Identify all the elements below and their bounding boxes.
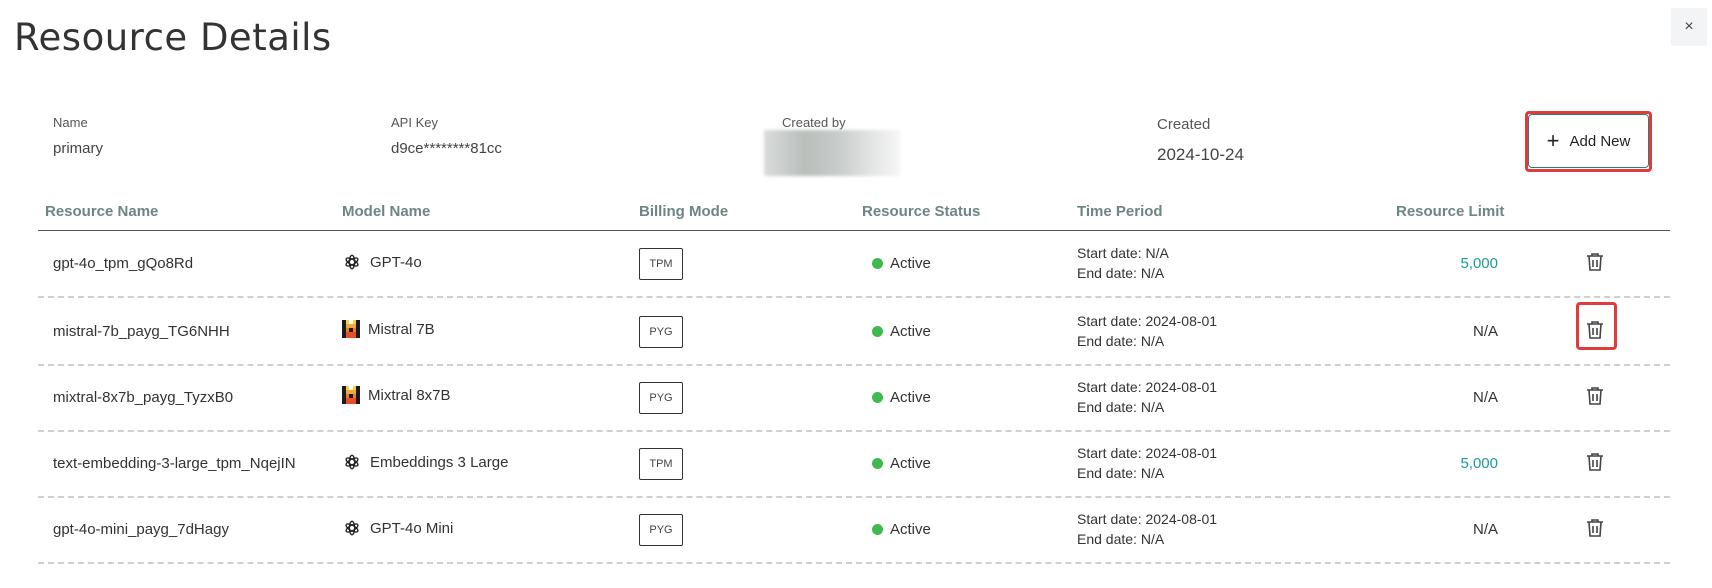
model-name: Mixtral 8x7B: [368, 386, 451, 404]
trash-icon: [1587, 453, 1603, 471]
time-period: Start date: 2024-08-01 End date: N/A: [1077, 311, 1217, 351]
delete-button[interactable]: [1584, 516, 1606, 540]
model-name: GPT-4o Mini: [370, 519, 454, 537]
created-value: 2024-10-24: [1157, 145, 1244, 164]
table-row: gpt-4o-mini_payg_7dHagy GPT-4o Mini PYG …: [38, 496, 1670, 564]
meta-created: Created 2024-10-24: [1157, 116, 1244, 165]
start-date: Start date: 2024-08-01: [1077, 445, 1218, 461]
table-row: mixtral-8x7b_payg_TyzxB0 Mixtral 8x7B PY…: [38, 364, 1670, 432]
trash-icon: [1587, 519, 1603, 537]
model-name-cell: GPT-4o Mini: [342, 518, 453, 538]
resource-limit: N/A: [1472, 389, 1498, 406]
resource-name: gpt-4o_tpm_gQo8Rd: [53, 255, 194, 272]
delete-button[interactable]: [1584, 250, 1606, 274]
end-date: End date: N/A: [1077, 333, 1165, 349]
page-title: Resource Details: [14, 16, 332, 59]
billing-mode-badge: TPM: [639, 248, 683, 280]
created-by-label: Created by: [782, 115, 846, 130]
resource-limit: 5,000: [1460, 455, 1498, 472]
trash-icon: [1587, 253, 1603, 271]
mistral-icon: [342, 320, 360, 338]
billing-mode-badge: PYG: [639, 316, 683, 348]
time-period: Start date: N/A End date: N/A: [1077, 243, 1169, 283]
status-cell: Active: [872, 389, 931, 406]
resource-name: text-embedding-3-large_tpm_NqejIN: [53, 455, 296, 472]
delete-button[interactable]: [1584, 450, 1606, 474]
meta-name: Name primary: [53, 115, 103, 157]
created-label: Created: [1157, 116, 1211, 133]
resource-limit: N/A: [1472, 323, 1498, 340]
end-date: End date: N/A: [1077, 531, 1165, 547]
model-name: Embeddings 3 Large: [370, 453, 509, 471]
name-value: primary: [53, 140, 104, 157]
time-period: Start date: 2024-08-01 End date: N/A: [1077, 509, 1217, 549]
billing-mode-badge: PYG: [639, 382, 683, 414]
status-active-dot-icon: [872, 524, 883, 535]
start-date: Start date: 2024-08-01: [1077, 313, 1218, 329]
delete-highlight: [1576, 302, 1617, 350]
column-header-billing-mode[interactable]: Billing Mode: [639, 203, 728, 220]
status-label: Active: [890, 455, 931, 472]
delete-button[interactable]: [1584, 384, 1606, 408]
model-name-cell: Mistral 7B: [342, 320, 435, 338]
table-row: text-embedding-3-large_tpm_NqejIN Embedd…: [38, 430, 1670, 498]
status-active-dot-icon: [872, 458, 883, 469]
billing-mode-badge: PYG: [639, 514, 683, 546]
table-header: Resource Name Model Name Billing Mode Re…: [38, 196, 1670, 231]
openai-icon: [342, 518, 362, 538]
model-name: Mistral 7B: [368, 320, 435, 338]
status-active-dot-icon: [872, 258, 883, 269]
start-date: Start date: 2024-08-01: [1077, 511, 1218, 527]
resource-name: gpt-4o-mini_payg_7dHagy: [53, 521, 229, 538]
status-cell: Active: [872, 455, 931, 472]
status-label: Active: [890, 323, 931, 340]
close-icon: ×: [1684, 18, 1694, 35]
model-name-cell: Embeddings 3 Large: [342, 452, 508, 472]
api-key-label: API Key: [391, 115, 438, 130]
status-cell: Active: [872, 323, 931, 340]
add-new-label: Add New: [1569, 132, 1631, 150]
end-date: End date: N/A: [1077, 465, 1165, 481]
status-label: Active: [890, 521, 931, 538]
end-date: End date: N/A: [1077, 265, 1165, 281]
openai-icon: [342, 252, 362, 272]
status-cell: Active: [872, 521, 931, 538]
status-label: Active: [890, 389, 931, 406]
column-header-resource-name[interactable]: Resource Name: [45, 203, 158, 220]
meta-api-key: API Key d9ce********81cc: [391, 115, 502, 157]
trash-icon: [1587, 387, 1603, 405]
table-row: mistral-7b_payg_TG6NHH Mistral 7B PYG Ac…: [38, 298, 1670, 366]
model-name-cell: GPT-4o: [342, 252, 422, 272]
billing-mode-badge: TPM: [639, 448, 683, 480]
add-new-button[interactable]: + Add New: [1528, 114, 1649, 168]
column-header-model-name[interactable]: Model Name: [342, 203, 430, 220]
column-header-time-period[interactable]: Time Period: [1077, 203, 1163, 220]
api-key-value: d9ce********81cc: [391, 140, 502, 157]
status-active-dot-icon: [872, 326, 883, 337]
start-date: Start date: 2024-08-01: [1077, 379, 1218, 395]
name-label: Name: [53, 115, 88, 130]
resource-limit: N/A: [1472, 521, 1498, 538]
status-label: Active: [890, 255, 931, 272]
status-active-dot-icon: [872, 392, 883, 403]
model-name-cell: Mixtral 8x7B: [342, 386, 451, 404]
meta-created-by: Created by: [782, 115, 846, 130]
openai-icon: [342, 452, 362, 472]
start-date: Start date: N/A: [1077, 245, 1169, 261]
model-name: GPT-4o: [370, 253, 422, 271]
time-period: Start date: 2024-08-01 End date: N/A: [1077, 443, 1217, 483]
mistral-icon: [342, 386, 360, 404]
status-cell: Active: [872, 255, 931, 272]
created-by-avatar-blurred: [764, 130, 900, 176]
time-period: Start date: 2024-08-01 End date: N/A: [1077, 377, 1217, 417]
plus-icon: +: [1546, 128, 1560, 153]
resource-limit: 5,000: [1460, 255, 1498, 272]
resource-name: mixtral-8x7b_payg_TyzxB0: [53, 389, 234, 406]
column-header-resource-status[interactable]: Resource Status: [862, 203, 980, 220]
table-row: gpt-4o_tpm_gQo8Rd GPT-4o TPM Active Star…: [38, 230, 1670, 298]
column-header-resource-limit[interactable]: Resource Limit: [1396, 203, 1504, 220]
resource-name: mistral-7b_payg_TG6NHH: [53, 323, 230, 340]
end-date: End date: N/A: [1077, 399, 1165, 415]
close-button[interactable]: ×: [1671, 8, 1707, 46]
